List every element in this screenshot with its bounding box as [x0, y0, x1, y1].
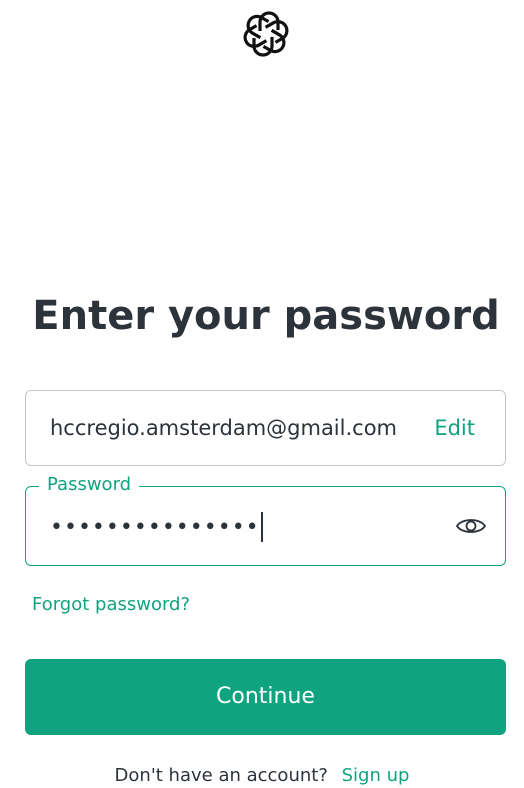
sign-up-link[interactable]: Sign up [342, 765, 410, 786]
page-title: Enter your password [32, 293, 500, 339]
password-label: Password [39, 473, 140, 497]
email-value: hccregio.amsterdam@gmail.com [50, 416, 398, 440]
password-field[interactable]: Password ••••••••••••••• [25, 473, 506, 566]
password-input[interactable]: ••••••••••••••• [50, 509, 263, 545]
continue-button[interactable]: Continue [25, 659, 506, 735]
eye-icon[interactable] [455, 514, 487, 538]
edit-email-link[interactable]: Edit [434, 416, 475, 440]
signup-row: Don't have an account? Sign up [0, 765, 524, 786]
forgot-password-link[interactable]: Forgot password? [32, 594, 190, 615]
signup-prompt: Don't have an account? [114, 765, 328, 786]
password-masked-value: ••••••••••••••• [50, 514, 260, 540]
email-display: hccregio.amsterdam@gmail.com Edit [25, 390, 506, 466]
text-caret [260, 512, 263, 542]
openai-logo-icon [242, 10, 290, 58]
